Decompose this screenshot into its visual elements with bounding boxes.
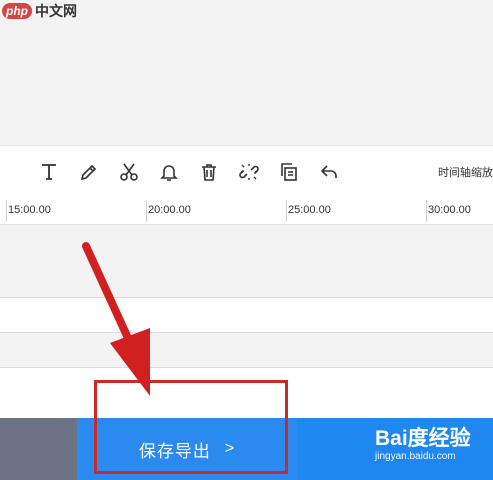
preview-area [0,0,493,145]
pencil-icon [80,164,97,181]
bell-icon [160,165,178,181]
logo-text: 中文网 [35,3,77,19]
text-tool-button[interactable] [38,161,60,183]
edit-tool-button[interactable] [78,161,100,183]
site-logo: php 中文网 [2,2,77,20]
timeline-toolbar: 时间轴缩放 [0,145,493,199]
bottom-left-panel [0,418,77,480]
ruler-tick-label: 20:00.00 [148,204,191,216]
logo-badge: php [2,3,32,19]
undo-icon [320,165,337,178]
unlink-icon [239,164,259,180]
text-icon [42,164,56,180]
copy-icon [281,163,297,181]
timeline-ruler: 15:00.00 20:00.00 25:00.00 30:00.00 [0,198,493,225]
timeline-zoom-label[interactable]: 时间轴缩放 [438,164,493,180]
ruler-tick-line [286,200,287,222]
ruler-tick-line [426,200,427,222]
timeline-track[interactable] [0,298,493,333]
annotation-highlight-box [94,380,288,474]
trash-icon [202,164,216,181]
ruler-tick-label: 25:00.00 [288,204,331,216]
copy-tool-button[interactable] [278,161,300,183]
ruler-tick-label: 30:00.00 [428,204,471,216]
watermark-main: Bai度经验 [375,427,471,450]
cut-tool-button[interactable] [118,161,140,183]
ruler-tick-line [6,200,7,222]
timeline-track[interactable] [0,225,493,298]
ruler-tick-label: 15:00.00 [8,204,51,216]
delete-tool-button[interactable] [198,161,220,183]
alert-tool-button[interactable] [158,161,180,183]
undo-tool-button[interactable] [318,161,340,183]
timeline-track[interactable] [0,333,493,368]
baidu-watermark: Bai度经验 jingyan.baidu.com [375,428,471,464]
unlink-tool-button[interactable] [238,161,260,183]
watermark-sub: jingyan.baidu.com [375,451,456,462]
scissors-icon [120,163,138,181]
ruler-tick-line [146,200,147,222]
